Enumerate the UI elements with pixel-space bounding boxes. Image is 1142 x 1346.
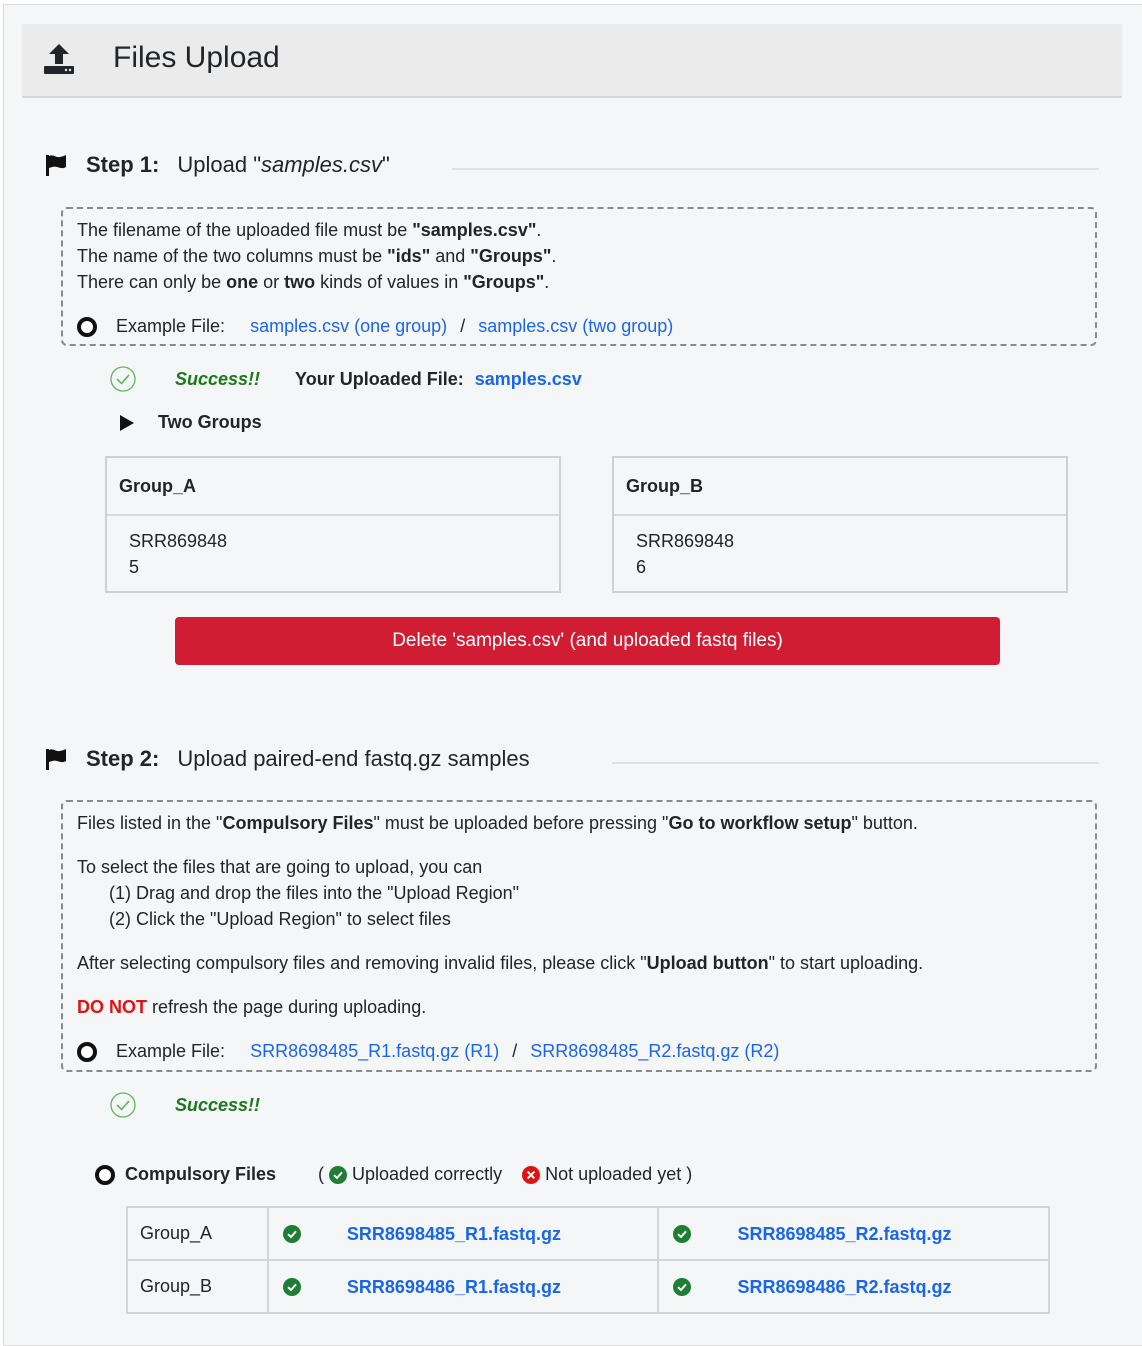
- r2-cell: SRR8698486_R2.fastq.gz: [657, 1259, 1050, 1314]
- step2-heading: Step 2: Upload paired-end fastq.gz sampl…: [44, 746, 530, 772]
- caret-right-icon: [120, 414, 134, 431]
- example-separator: /: [460, 316, 466, 336]
- bullet-icon: [77, 317, 97, 338]
- success-check-icon: [110, 1092, 136, 1118]
- r2-file-link[interactable]: SRR8698486_R2.fastq.gz: [737, 1276, 951, 1296]
- legend-close: ): [686, 1164, 693, 1184]
- step2-number: Step 2:: [86, 746, 160, 771]
- step1-divider: [452, 168, 1099, 170]
- upload-icon: [44, 44, 74, 74]
- check-circle-icon: [282, 1224, 301, 1243]
- flag-icon: [46, 749, 66, 770]
- example-separator: /: [512, 1041, 518, 1061]
- compulsory-label: Compulsory Files: [125, 1164, 277, 1184]
- info-columns-line: The name of the two columns must be "ids…: [77, 246, 557, 266]
- check-circle-icon: [673, 1277, 692, 1296]
- info-filename-line: The filename of the uploaded file must b…: [77, 220, 542, 240]
- example-two-group-link[interactable]: samples.csv (two group): [478, 316, 673, 336]
- info-drag-line: (1) Drag and drop the files into the "Up…: [109, 883, 520, 903]
- example-fastq-line: Example File: SRR8698485_R1.fastq.gz (R1…: [77, 1038, 779, 1064]
- group-b-card: Group_B SRR869848 6: [612, 456, 1068, 593]
- example-r2-link[interactable]: SRR8698485_R2.fastq.gz (R2): [530, 1041, 779, 1061]
- step1-info-box: The filename of the uploaded file must b…: [61, 207, 1097, 346]
- step2-info-box: Files listed in the "Compulsory Files" m…: [61, 800, 1097, 1072]
- example-r1-link[interactable]: SRR8698485_R1.fastq.gz (R1): [250, 1041, 499, 1061]
- page-title: Files Upload: [113, 41, 280, 74]
- delete-samples-button[interactable]: Delete 'samples.csv' (and uploaded fastq…: [175, 617, 1000, 665]
- table-row: Group_B SRR8698486_R1.fastq.gz SRR869848…: [126, 1259, 1050, 1314]
- r2-cell: SRR8698485_R2.fastq.gz: [657, 1206, 1050, 1261]
- step2-title: Upload paired-end fastq.gz samples: [177, 746, 530, 771]
- step1-success-text: Success!!: [175, 368, 261, 389]
- group-a-ids: SRR869848 5: [129, 531, 228, 577]
- legend-open: (: [318, 1164, 325, 1184]
- group-b-ids: SRR869848 6: [636, 531, 735, 577]
- group-cell: Group_A: [126, 1206, 269, 1261]
- example-one-group-link[interactable]: samples.csv (one group): [250, 316, 447, 336]
- success-check-icon: [110, 366, 136, 392]
- info-upload-line: After selecting compulsory files and rem…: [77, 953, 924, 973]
- uploaded-file-link[interactable]: samples.csv: [475, 369, 582, 390]
- group-a-card: Group_A SRR869848 5: [105, 456, 561, 593]
- r2-file-link[interactable]: SRR8698485_R2.fastq.gz: [737, 1223, 951, 1243]
- check-circle-icon: [282, 1277, 301, 1296]
- check-circle-icon: [673, 1224, 692, 1243]
- step2-success-text: Success!!: [175, 1094, 261, 1115]
- r1-cell: SRR8698485_R1.fastq.gz: [266, 1206, 660, 1261]
- card-header: Files Upload: [22, 24, 1122, 98]
- compulsory-header: Compulsory Files ( Uploaded correctly No…: [95, 1164, 692, 1185]
- info-click-line: (2) Click the "Upload Region" to select …: [109, 909, 451, 929]
- compulsory-files-table: Group_A SRR8698485_R1.fastq.gz SRR869848…: [126, 1206, 1050, 1314]
- two-groups-toggle[interactable]: Two Groups: [118, 412, 262, 433]
- check-circle-icon: [329, 1165, 348, 1184]
- x-circle-icon: [522, 1165, 541, 1184]
- flag-icon: [46, 155, 66, 176]
- r1-file-link[interactable]: SRR8698485_R1.fastq.gz: [347, 1223, 561, 1243]
- group-a-title: Group_A: [107, 458, 559, 516]
- legend-not-uploaded: Not uploaded yet: [545, 1164, 682, 1184]
- step1-heading: Step 1: Upload "samples.csv": [44, 152, 390, 178]
- step2-success-row: Success!!: [110, 1092, 260, 1118]
- table-row: Group_A SRR8698485_R1.fastq.gz SRR869848…: [126, 1206, 1050, 1261]
- example-file-label: Example File:: [116, 316, 226, 336]
- group-cell: Group_B: [126, 1259, 269, 1314]
- uploaded-file-label: Your Uploaded File:: [295, 368, 464, 389]
- example-file-label: Example File:: [116, 1041, 226, 1061]
- step1-title: Upload "samples.csv": [177, 152, 390, 177]
- example-file-line: Example File: samples.csv (one group) / …: [77, 313, 673, 339]
- group-b-title: Group_B: [614, 458, 1066, 516]
- r1-cell: SRR8698486_R1.fastq.gz: [266, 1259, 660, 1314]
- info-select-line: To select the files that are going to up…: [77, 857, 483, 877]
- legend-uploaded: Uploaded correctly: [352, 1164, 503, 1184]
- two-groups-label: Two Groups: [158, 412, 262, 432]
- page-frame: [3, 4, 1142, 1346]
- step1-success-row: Success!! Your Uploaded File: samples.cs…: [110, 366, 582, 392]
- step1-number: Step 1:: [86, 152, 160, 177]
- info-groups-line: There can only be one or two kinds of va…: [77, 272, 550, 292]
- r1-file-link[interactable]: SRR8698486_R1.fastq.gz: [347, 1276, 561, 1296]
- info-warning-line: DO NOT refresh the page during uploading…: [77, 997, 427, 1017]
- info-compulsory-line: Files listed in the "Compulsory Files" m…: [77, 813, 918, 833]
- bullet-icon: [95, 1164, 115, 1185]
- bullet-icon: [77, 1042, 97, 1063]
- step2-divider: [612, 762, 1099, 764]
